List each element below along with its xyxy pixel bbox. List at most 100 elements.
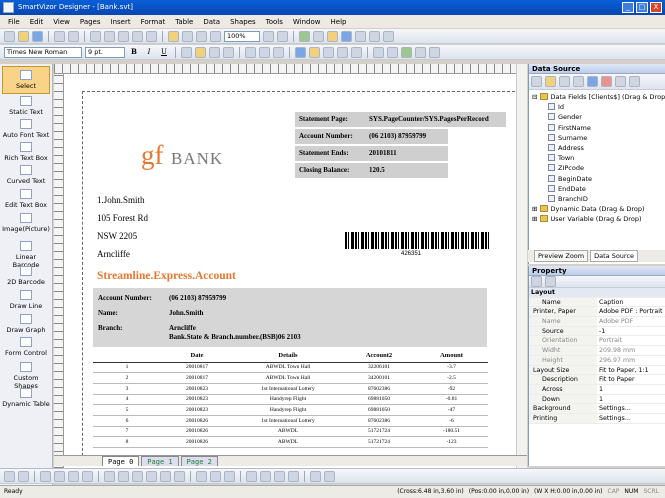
bold-button[interactable]: B [128,46,140,58]
tree-data-fields[interactable]: ⊟ Data Fields [Clients$] (Drag & Drop) [532,92,665,102]
prop-row[interactable]: Across 1 [529,384,665,395]
account-heading[interactable]: Streamline.Express.Account [97,270,236,282]
maximize-button[interactable]: □ [636,2,648,13]
menu-format[interactable]: Format [141,18,166,26]
select-tool-icon[interactable] [4,470,15,482]
first-record-icon[interactable] [355,30,366,42]
align-left-icon[interactable] [181,46,192,58]
group-icon[interactable] [401,46,412,58]
record-icon[interactable] [341,30,352,42]
prop-row[interactable]: Height 296.97 mm [529,355,665,366]
ds-sql-icon[interactable] [545,76,556,87]
align-middle-objects-icon[interactable] [160,470,171,482]
menu-data[interactable]: Data [203,18,220,26]
tool-static-text[interactable]: Static Text [2,95,50,117]
address-line-3[interactable]: NSW 2205 [97,231,137,241]
transactions-table[interactable]: Date Details Account2 Amount 1 20010817 AB… [93,350,488,448]
same-height-icon[interactable] [210,470,221,482]
align-left-objects-icon[interactable] [104,470,115,482]
tree-field-branchid[interactable]: BranchID [532,194,665,204]
align-bottom-objects-icon[interactable] [174,470,185,482]
align-center-icon[interactable] [195,46,206,58]
font-combo[interactable]: Times New Roman [4,46,82,58]
account-info-box[interactable]: Account Number: Name: Branch: (06 2103) … [93,288,487,347]
prop-row[interactable]: Layout [529,288,665,298]
ellipse-tool-icon[interactable] [68,470,79,482]
menu-tools[interactable]: Tools [266,18,283,26]
stmt-row-0[interactable]: Statement Page: SYS.PageCounter/SYS.Pages… [295,112,506,127]
design-canvas[interactable]: gf BANK Statement Page: SYS.PageCounter/S… [54,64,527,468]
valign-bottom-icon[interactable] [273,46,284,58]
stmt-row-3[interactable]: Closing Balance: 120.5 [295,163,448,178]
ds-filter-icon[interactable] [573,76,584,87]
prop-row[interactable]: Down 1 [529,394,665,405]
redo-icon[interactable] [146,30,157,42]
ds-open-icon[interactable] [531,76,542,87]
text-tool-icon[interactable] [18,470,29,482]
same-width-icon[interactable] [196,470,207,482]
logo-gf[interactable]: gf [141,140,164,171]
ds-excel-icon[interactable] [559,76,570,87]
size-combo[interactable]: 9 pt. [85,46,125,58]
ds-delete-icon[interactable] [601,76,612,87]
ds-first-icon[interactable] [615,76,626,87]
center-v-icon[interactable] [288,470,299,482]
align-top-objects-icon[interactable] [146,470,157,482]
tool-edit-text-box[interactable]: Edit Text Box [2,188,50,210]
tab-page-2[interactable]: Page 2 [180,456,218,466]
valign-middle-icon[interactable] [259,46,270,58]
line-width-icon[interactable] [351,46,362,58]
justify-icon[interactable] [223,46,234,58]
send-back-icon[interactable] [387,46,398,58]
valign-top-icon[interactable] [245,46,256,58]
prop-row[interactable]: Widht 209.98 mm [529,346,665,356]
line-color-icon[interactable] [323,46,334,58]
prop-row[interactable]: Background Settings... [529,404,665,414]
stmt-row-1[interactable]: Account Number: (06 2103) 87959799 [295,129,448,144]
menu-edit[interactable]: Edit [30,18,44,26]
undo-icon[interactable] [132,30,143,42]
ungroup-icon[interactable] [415,46,426,58]
tool-draw-line[interactable]: Draw Line [2,289,50,311]
tool-image[interactable]: Image(Picture) [2,212,50,234]
new-icon[interactable] [4,30,15,42]
close-button[interactable]: X [650,2,662,13]
address-line-2[interactable]: 105 Forest Rd [97,213,148,223]
menu-pages[interactable]: Pages [80,18,101,26]
minimize-button[interactable]: _ [622,2,634,13]
tree-field-town[interactable]: Town [532,153,665,163]
tree-user-variable[interactable]: ⊞ User Variable (Drag & Drop) [532,214,665,224]
pointer-icon[interactable] [168,30,179,42]
same-size-icon[interactable] [224,470,235,482]
zoom-combo[interactable]: 100% [224,30,260,42]
last-record-icon[interactable] [383,30,394,42]
prop-row[interactable]: Printer, Paper Adobe PDF : Portrait [529,307,665,318]
unlock-icon[interactable] [324,470,335,482]
tree-field-id[interactable]: Id [532,102,665,112]
tree-field-address[interactable]: Address [532,143,665,153]
open-icon[interactable] [18,30,29,42]
menu-help[interactable]: Help [331,18,347,26]
menu-shapes[interactable]: Shapes [230,18,256,26]
tree-field-firstname[interactable]: FirstName [532,123,665,133]
print-icon[interactable] [54,30,65,42]
menu-file[interactable]: File [8,18,20,26]
tool-dynamic-table[interactable]: Dynamic Table [2,387,50,409]
logo-bank[interactable]: BANK [171,149,223,169]
align-icon[interactable] [196,30,207,42]
preview-icon[interactable] [68,30,79,42]
space-h-icon[interactable] [246,470,257,482]
tree-field-zipcode[interactable]: ZIPcode [532,163,665,173]
menu-view[interactable]: View [53,18,70,26]
next-record-icon[interactable] [369,30,380,42]
prop-row[interactable]: Orientation Portrait [529,336,665,347]
tree-field-begindate[interactable]: BeginDate [532,174,665,184]
line-tool-icon[interactable] [40,470,51,482]
report-page[interactable]: gf BANK Statement Page: SYS.PageCounter/S… [82,91,520,468]
stmt-row-2[interactable]: Statement Ends: 20101811 [295,146,448,161]
paste-icon[interactable] [118,30,129,42]
tool-linear-barcode[interactable]: Linear Barcode [2,240,50,269]
line-style-icon[interactable] [337,46,348,58]
prop-row[interactable]: Name Adobe PDF [529,317,665,327]
zoom-out-icon[interactable] [277,30,288,42]
